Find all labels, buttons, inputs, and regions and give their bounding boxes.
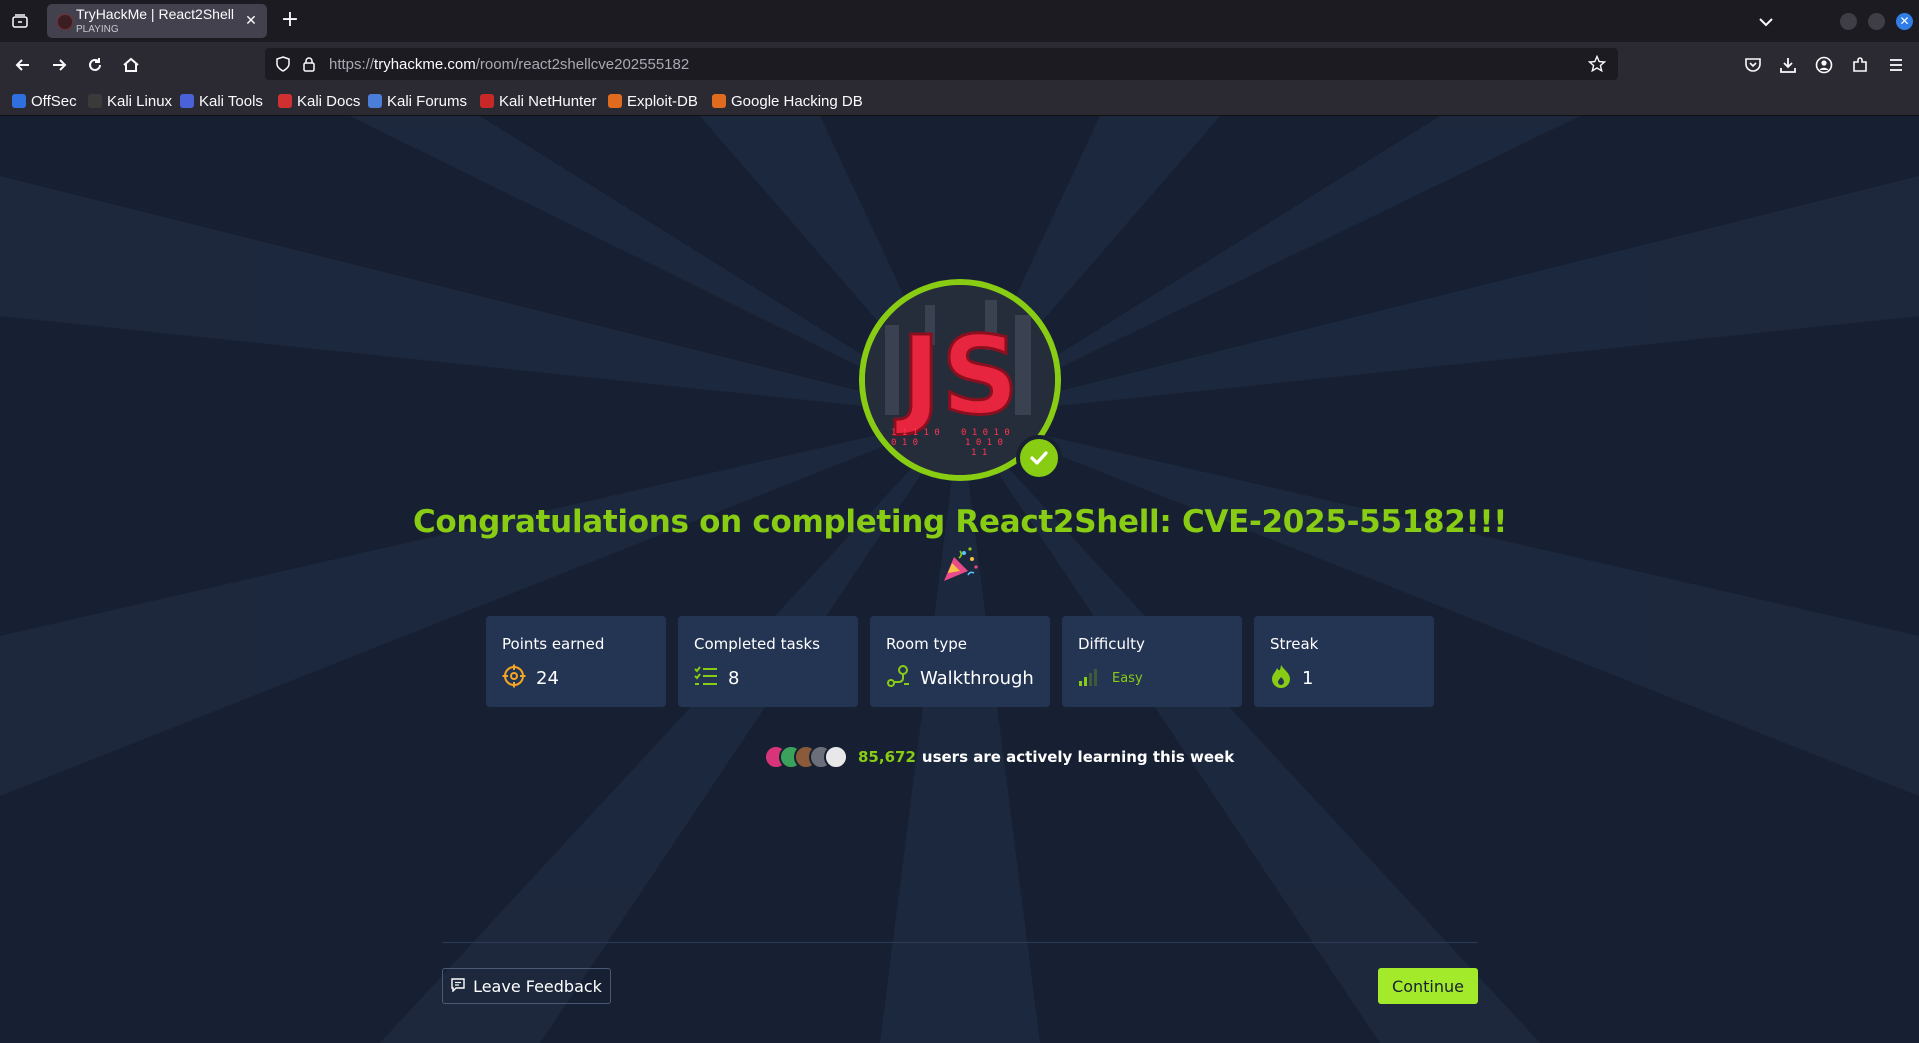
bookmark-label: OffSec xyxy=(31,92,77,110)
route-icon xyxy=(886,664,910,693)
bookmark-label: Kali NetHunter xyxy=(499,92,597,110)
home-icon[interactable] xyxy=(118,52,144,78)
svg-text:0 1 0 1 0: 0 1 0 1 0 xyxy=(961,428,1010,438)
back-arrow-icon[interactable] xyxy=(10,52,36,78)
bookmark-kali-nethunter[interactable]: Kali NetHunter xyxy=(480,92,597,110)
bookmark-kali-forums[interactable]: Kali Forums xyxy=(368,92,467,110)
url-path: /room/react2shellcve202555182 xyxy=(475,56,690,73)
difficulty-card: Difficulty Easy xyxy=(1062,616,1242,707)
new-tab-icon[interactable]: + xyxy=(278,9,302,33)
svg-text:1 1 1 1 0: 1 1 1 1 0 xyxy=(891,428,940,438)
completed-check-icon xyxy=(1016,435,1062,481)
difficulty-value: Easy xyxy=(1112,670,1143,686)
flame-icon xyxy=(1270,664,1292,693)
bookmark-label: Kali Docs xyxy=(297,92,361,110)
completed-tasks-card: Completed tasks 8 xyxy=(678,616,858,707)
svg-text:0 1 0: 0 1 0 xyxy=(891,438,918,448)
window-close-icon[interactable]: ✕ xyxy=(1896,13,1913,30)
bookmark-favicon-icon xyxy=(368,94,382,108)
checklist-icon xyxy=(694,664,718,693)
bookmark-star-icon[interactable] xyxy=(1587,54,1607,73)
bookmark-exploit-db[interactable]: Exploit-DB xyxy=(608,92,698,110)
bookmark-favicon-icon xyxy=(712,94,726,108)
pocket-icon[interactable] xyxy=(1740,52,1766,78)
card-label: Difficulty xyxy=(1078,635,1145,653)
bookmark-favicon-icon xyxy=(608,94,622,108)
signal-bars-icon xyxy=(1078,666,1102,691)
minimize-icon[interactable] xyxy=(1840,13,1857,30)
avatar xyxy=(824,745,848,769)
bookmark-kali-tools[interactable]: Kali Tools xyxy=(180,92,263,110)
forward-arrow-icon[interactable] xyxy=(46,52,72,78)
badge-text: JS xyxy=(894,314,1019,439)
tab-close-icon[interactable]: ✕ xyxy=(243,13,259,29)
browser-tab[interactable]: TryHackMe | React2Shell PLAYING ✕ xyxy=(47,4,267,38)
tryhackme-favicon-icon xyxy=(57,14,73,30)
bookmarks-toolbar: OffSec Kali Linux Kali Tools Kali Docs Kali … xyxy=(0,86,1919,116)
extensions-icon[interactable] xyxy=(1847,52,1873,78)
congratulations-heading: Congratulations on completing React2Shel… xyxy=(412,504,1508,540)
bookmark-favicon-icon xyxy=(180,94,194,108)
url-host: tryhackme.com xyxy=(374,56,476,73)
bookmark-favicon-icon xyxy=(12,94,26,108)
bookmark-kali-linux[interactable]: Kali Linux xyxy=(88,92,172,110)
url-bar[interactable]: https://tryhackme.com/room/react2shellcv… xyxy=(265,48,1618,80)
streak-value: 1 xyxy=(1302,667,1314,689)
bookmark-favicon-icon xyxy=(88,94,102,108)
card-label: Streak xyxy=(1270,635,1319,653)
footer-divider xyxy=(442,942,1478,943)
svg-text:1 0 1 0: 1 0 1 0 xyxy=(965,438,1003,448)
bookmark-label: Exploit-DB xyxy=(627,92,698,110)
card-label: Completed tasks xyxy=(694,635,820,653)
active-users-count: 85,672 xyxy=(858,748,916,766)
lock-icon[interactable] xyxy=(301,56,317,72)
bookmark-offsec[interactable]: OffSec xyxy=(12,92,77,110)
account-icon[interactable] xyxy=(1811,52,1837,78)
url-scheme: https:// xyxy=(329,56,375,73)
points-value: 24 xyxy=(536,667,559,689)
svg-text:1 1: 1 1 xyxy=(971,448,987,458)
tab-playing-label: PLAYING xyxy=(76,24,119,35)
room-type-value: Walkthrough xyxy=(920,667,1034,689)
chevron-down-icon[interactable] xyxy=(1756,12,1780,32)
bookmark-label: Kali Tools xyxy=(199,92,263,110)
active-users-text: users are actively learning this week xyxy=(921,748,1235,766)
party-popper-icon xyxy=(940,545,980,585)
bookmark-label: Kali Forums xyxy=(387,92,468,110)
bookmark-google-hacking-db[interactable]: Google Hacking DB xyxy=(712,92,863,110)
downloads-icon[interactable] xyxy=(1775,52,1801,78)
points-earned-card: Points earned 24 xyxy=(486,616,666,707)
user-avatars xyxy=(764,745,848,769)
menu-hamburger-icon[interactable] xyxy=(1883,52,1909,78)
room-type-card: Room type Walkthrough xyxy=(870,616,1050,707)
card-label: Points earned xyxy=(502,635,605,653)
url-text[interactable]: https://tryhackme.com/room/react2shellcv… xyxy=(329,56,689,73)
continue-button[interactable]: Continue xyxy=(1378,968,1478,1004)
leave-feedback-label: Leave Feedback xyxy=(473,976,602,996)
bookmark-label: Google Hacking DB xyxy=(731,92,863,110)
bookmark-kali-docs[interactable]: Kali Docs xyxy=(278,92,360,110)
tab-list-icon[interactable] xyxy=(8,10,32,32)
active-users-info: 85,672 users are actively learning this … xyxy=(764,745,1234,769)
tab-bar: TryHackMe | React2Shell PLAYING ✕ + ✕ xyxy=(0,0,1919,42)
tab-title: TryHackMe | React2Shell xyxy=(76,6,234,22)
card-label: Room type xyxy=(886,635,967,653)
target-icon xyxy=(502,664,526,693)
feedback-message-icon xyxy=(451,977,465,996)
maximize-icon[interactable] xyxy=(1868,13,1885,30)
room-completion-page: JS 1 1 1 1 00 1 0 0 1 0 1 01 0 1 0 1 1 C… xyxy=(0,116,1919,1043)
bookmark-favicon-icon xyxy=(480,94,494,108)
tracking-shield-icon[interactable] xyxy=(275,56,291,72)
streak-card: Streak 1 xyxy=(1254,616,1434,707)
tasks-value: 8 xyxy=(728,667,740,689)
reload-icon[interactable] xyxy=(82,52,108,78)
bookmark-favicon-icon xyxy=(278,94,292,108)
bookmark-label: Kali Linux xyxy=(107,92,173,110)
navigation-toolbar: https://tryhackme.com/room/react2shellcv… xyxy=(0,42,1919,86)
leave-feedback-button[interactable]: Leave Feedback xyxy=(442,968,611,1004)
